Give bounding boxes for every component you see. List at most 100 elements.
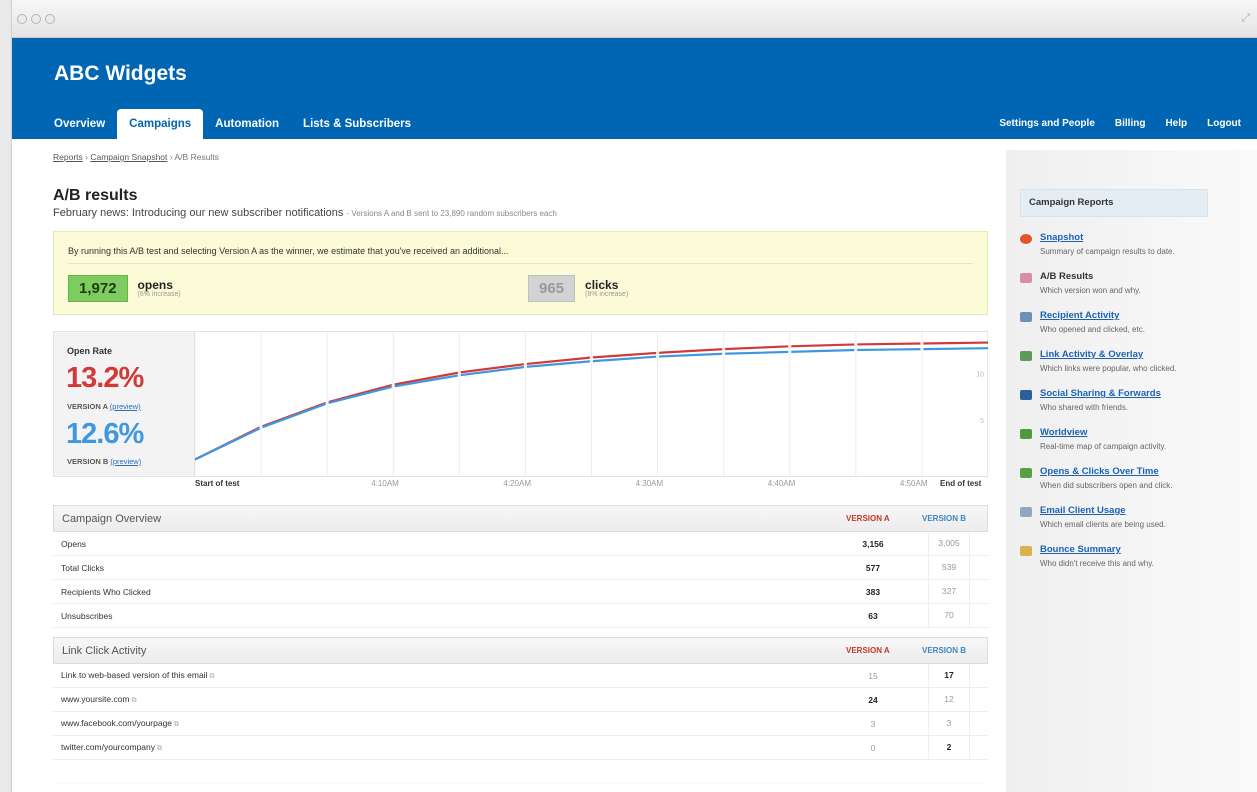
sidebar-item-title[interactable]: Social Sharing & Forwards	[1040, 388, 1161, 399]
series-point[interactable]	[788, 344, 792, 348]
external-link-icon[interactable]: ⧉	[132, 697, 137, 704]
callout-lead: By running this A/B test and selecting V…	[68, 246, 509, 256]
breadcrumb-reports[interactable]: Reports	[53, 152, 83, 162]
clicks-sub: (8% increase)	[585, 291, 629, 298]
open-rate-title: Open Rate	[67, 346, 113, 356]
sidebar-item-title[interactable]: Snapshot	[1040, 232, 1083, 243]
tab-lists-subscribers[interactable]: Lists & Subscribers	[291, 109, 423, 139]
main-content: A/B results February news: Introducing o…	[53, 187, 988, 784]
series-point[interactable]	[920, 347, 924, 351]
campaign-overview-header: Campaign Overview VERSION A VERSION B	[53, 505, 988, 532]
series-point[interactable]	[854, 342, 858, 346]
series-point[interactable]	[590, 359, 593, 363]
series-point[interactable]	[854, 348, 858, 352]
external-link-icon[interactable]: ⧉	[209, 673, 214, 680]
close-window-icon[interactable]	[17, 14, 27, 24]
tab-automation[interactable]: Automation	[203, 109, 291, 139]
series-point[interactable]	[259, 426, 263, 430]
minimize-window-icon[interactable]	[31, 14, 41, 24]
page-title: A/B results	[53, 187, 138, 204]
link-label[interactable]: Link to web-based version of this email ⧉	[53, 670, 214, 681]
account-nav: Settings and People Billing Help Logout	[989, 109, 1251, 139]
browser-window: ⤢ ABC Widgets Overview Campaigns Automat…	[11, 0, 1257, 792]
line-chart-icon	[1020, 468, 1032, 478]
open-rate-line-chart: 10 5	[195, 332, 988, 476]
chart-x-tick-label: 4:20AM	[503, 479, 531, 488]
series-point[interactable]	[656, 351, 660, 355]
table-row: Link to web-based version of this email ⧉…	[53, 664, 988, 688]
clicks-label: clicks	[585, 278, 619, 292]
brand-title: ABC Widgets	[54, 62, 187, 85]
open-rate-panel: Open Rate 13.2% VERSION A (preview) 12.6…	[54, 332, 195, 476]
version-a-value: 3,156	[862, 538, 884, 549]
series-point[interactable]	[788, 350, 792, 354]
link-label[interactable]: twitter.com/yourcompany ⧉	[53, 742, 162, 753]
version-b-value: 327	[928, 580, 970, 603]
sidebar-item-title[interactable]: A/B Results	[1040, 271, 1093, 282]
series-point[interactable]	[391, 385, 395, 389]
series-point[interactable]	[722, 347, 726, 351]
sidebar-item-description: When did subscribers open and click.	[1040, 481, 1173, 490]
window-titlebar: ⤢	[12, 0, 1257, 38]
fullscreen-icon[interactable]: ⤢	[1241, 12, 1250, 25]
external-link-icon[interactable]: ⧉	[157, 745, 162, 752]
series-point[interactable]	[523, 365, 527, 369]
row-label: Total Clicks	[61, 562, 104, 573]
version-b-preview-link[interactable]: (preview)	[110, 457, 141, 466]
table-row-faded	[53, 760, 988, 784]
link-click-activity-table: Link Click Activity VERSION A VERSION B …	[53, 637, 988, 784]
version-a-label: VERSION A (preview)	[67, 402, 141, 411]
version-b-value: 3	[928, 712, 970, 735]
help-link[interactable]: Help	[1155, 109, 1197, 139]
series-point[interactable]	[722, 352, 726, 356]
version-b-value: 70	[928, 604, 970, 627]
version-b-label: VERSION B (preview)	[67, 457, 141, 466]
series-point[interactable]	[590, 356, 593, 360]
window-controls[interactable]	[17, 14, 55, 24]
series-point[interactable]	[656, 355, 660, 359]
series-point[interactable]	[920, 341, 924, 345]
zoom-window-icon[interactable]	[45, 14, 55, 24]
sidebar-item-title[interactable]: Bounce Summary	[1040, 544, 1121, 555]
table-row: Recipients Who Clicked 383 327	[53, 580, 988, 604]
ab-split-icon	[1020, 273, 1032, 283]
bounce-icon	[1020, 546, 1032, 556]
series-point[interactable]	[325, 401, 329, 405]
sidebar-item-title[interactable]: Email Client Usage	[1040, 505, 1126, 516]
tab-overview[interactable]: Overview	[42, 109, 117, 139]
series-point[interactable]	[523, 362, 527, 366]
tab-campaigns[interactable]: Campaigns	[117, 109, 204, 139]
breadcrumb-campaign-snapshot[interactable]: Campaign Snapshot	[90, 152, 167, 162]
sidebar-item-title[interactable]: Worldview	[1040, 427, 1087, 438]
version-a-preview-link[interactable]: (preview)	[110, 402, 141, 411]
clicks-stat: 965 clicks (8% increase)	[528, 275, 628, 302]
winner-callout: By running this A/B test and selecting V…	[53, 231, 988, 315]
series-point[interactable]	[457, 370, 461, 374]
campaign-overview-title: Campaign Overview	[62, 512, 162, 525]
opens-stat: 1,972 opens (6% increase)	[68, 275, 181, 302]
share-icon	[1020, 390, 1032, 400]
sidebar-title: Campaign Reports	[1020, 189, 1208, 217]
link-click-activity-header: Link Click Activity VERSION A VERSION B	[53, 637, 988, 664]
link-label[interactable]: www.facebook.com/yourpage ⧉	[53, 718, 179, 729]
version-a-value: 383	[865, 586, 881, 597]
settings-link[interactable]: Settings and People	[989, 109, 1105, 139]
send-note: - Versions A and B sent to 23,890 random…	[346, 209, 557, 218]
billing-link[interactable]: Billing	[1105, 109, 1156, 139]
email-client-icon	[1020, 507, 1032, 517]
version-b-value: 12	[928, 688, 970, 711]
version-a-value: 0	[870, 742, 876, 753]
series-point[interactable]	[457, 373, 461, 377]
open-rate-chart-box: Open Rate 13.2% VERSION A (preview) 12.6…	[53, 331, 988, 488]
opens-sub: (6% increase)	[137, 291, 181, 298]
logout-link[interactable]: Logout	[1197, 109, 1251, 139]
external-link-icon[interactable]: ⧉	[174, 721, 179, 728]
version-a-rate: 13.2%	[66, 362, 144, 394]
sidebar-item-title[interactable]: Recipient Activity	[1040, 310, 1119, 321]
version-a-text: VERSION A	[67, 402, 108, 411]
version-a-value: 15	[868, 670, 878, 681]
sidebar-item-title[interactable]: Link Activity & Overlay	[1040, 349, 1143, 360]
link-label[interactable]: www.yoursite.com ⧉	[53, 694, 137, 705]
sidebar-item-title[interactable]: Opens & Clicks Over Time	[1040, 466, 1159, 477]
map-pin-icon	[1020, 429, 1032, 439]
